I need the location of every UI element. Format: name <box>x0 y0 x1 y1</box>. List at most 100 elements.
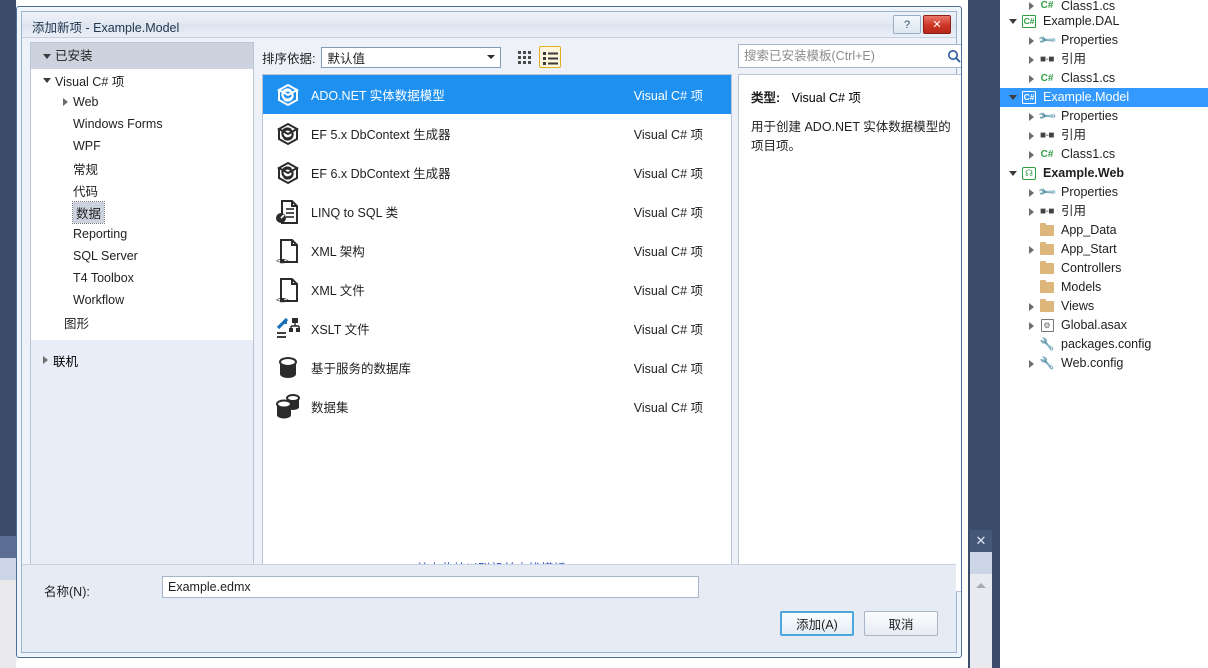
description-text: 用于创建 ADO.NET 实体数据模型的项目项。 <box>751 120 951 153</box>
solution-tree-row[interactable]: ■-■ 引用 <box>1000 202 1208 221</box>
template-item-name: XML 架构 <box>311 245 365 259</box>
solution-tree-row[interactable]: C# Example.DAL <box>1000 12 1208 31</box>
installed-expander-icon[interactable] <box>39 53 55 59</box>
solution-tree-row[interactable]: ■-■ 引用 <box>1000 126 1208 145</box>
search-icon[interactable] <box>944 49 961 63</box>
csproj-icon: C# <box>1020 14 1038 30</box>
chevron-down-icon[interactable] <box>1006 164 1020 183</box>
chevron-right-icon[interactable] <box>1024 31 1038 50</box>
solution-tree-row[interactable]: C# Class1.cs <box>1000 0 1208 12</box>
chevron-right-icon[interactable] <box>1024 354 1038 373</box>
solution-tree-row[interactable]: App_Start <box>1000 240 1208 259</box>
add-button[interactable]: 添加(A) <box>780 611 854 636</box>
web-globe-icon: ☊ <box>1022 167 1036 180</box>
solution-tree-row[interactable]: C# Example.Model <box>1000 88 1208 107</box>
name-input[interactable] <box>162 576 699 598</box>
category-item-3[interactable]: WPF <box>31 135 253 157</box>
category-item-6[interactable]: 数据 <box>31 200 253 224</box>
solution-tree-row[interactable]: 🔧 packages.config <box>1000 335 1208 354</box>
solution-tree-row[interactable]: 🔧 Web.config <box>1000 354 1208 373</box>
scroll-up-arrow-icon[interactable] <box>970 576 992 594</box>
chevron-right-icon[interactable] <box>1024 0 1038 12</box>
list-view-button[interactable] <box>539 46 562 68</box>
online-expander-icon[interactable] <box>37 356 53 364</box>
solution-tree-row[interactable]: 🔧 Properties <box>1000 30 1208 50</box>
cs-file-icon: C# <box>1040 73 1054 84</box>
svg-text:<■>: <■> <box>276 257 289 265</box>
solution-tree-row[interactable]: C# Class1.cs <box>1000 145 1208 164</box>
chevron-right-icon[interactable] <box>1024 126 1038 145</box>
solution-tree-row[interactable]: 🔧 Properties <box>1000 182 1208 202</box>
cs-file-icon: C# <box>1038 71 1056 87</box>
category-item-0[interactable]: Visual C# 项 <box>31 69 253 91</box>
template-item[interactable]: 基于服务的数据库 Visual C# 项 <box>263 348 731 387</box>
database-icon <box>269 354 307 382</box>
category-item-7[interactable]: Reporting <box>31 223 253 245</box>
chevron-right-icon[interactable] <box>1024 297 1038 316</box>
chevron-down-icon[interactable] <box>1006 88 1020 107</box>
shell-scrollbar-thumb[interactable] <box>970 552 992 574</box>
template-item[interactable]: 数据集 Visual C# 项 <box>263 387 731 426</box>
category-item-5[interactable]: 代码 <box>31 179 253 201</box>
small-icons-view-button[interactable] <box>513 46 535 68</box>
category-item-11[interactable]: 图形 <box>31 311 253 333</box>
chevron-right-icon[interactable] <box>1024 202 1038 221</box>
chevron-down-icon[interactable] <box>482 49 499 66</box>
chevron-right-icon[interactable] <box>1024 316 1038 335</box>
solution-tree-row[interactable]: C# Class1.cs <box>1000 69 1208 88</box>
chevron-right-icon[interactable] <box>1024 145 1038 164</box>
chevron-down-icon[interactable] <box>39 77 55 83</box>
category-item-10[interactable]: Workflow <box>31 289 253 311</box>
template-item[interactable]: EF 6.x DbContext 生成器 Visual C# 项 <box>263 153 731 192</box>
template-item[interactable]: XSLT 文件 Visual C# 项 <box>263 309 731 348</box>
chevron-down-icon[interactable] <box>1006 12 1020 31</box>
description-type-label: 类型: <box>751 91 781 105</box>
category-item-9[interactable]: T4 Toolbox <box>31 267 253 289</box>
template-item[interactable]: ADO.NET 实体数据模型 Visual C# 项 <box>263 75 731 114</box>
online-category-row[interactable]: 联机 <box>31 340 253 380</box>
search-box[interactable] <box>738 44 961 68</box>
solution-tree-row[interactable]: Models <box>1000 278 1208 297</box>
category-item-8[interactable]: SQL Server <box>31 245 253 267</box>
solution-explorer-panel[interactable]: C# Class1.cs C# Example.DAL 🔧 Properties ■-■ 引用… <box>1000 0 1208 668</box>
cancel-button[interactable]: 取消 <box>864 611 938 636</box>
chevron-right-icon[interactable] <box>1024 107 1038 126</box>
chevron-right-icon[interactable] <box>1024 50 1038 69</box>
chevron-right-icon[interactable] <box>1024 69 1038 88</box>
solution-tree-row[interactable]: Controllers <box>1000 259 1208 278</box>
solution-tree-label: 引用 <box>1061 128 1087 142</box>
wrench-icon: 🔧 <box>1036 106 1056 126</box>
chevron-right-icon[interactable] <box>57 98 73 106</box>
help-button[interactable]: ? <box>893 15 921 34</box>
chevron-right-icon[interactable] <box>1024 240 1038 259</box>
category-item-4[interactable]: 常规 <box>31 157 253 179</box>
template-item[interactable]: <■> XML 架构 Visual C# 项 <box>263 231 731 270</box>
solution-tree-row[interactable]: App_Data <box>1000 221 1208 240</box>
sort-by-dropdown[interactable]: 默认值 <box>321 46 502 68</box>
template-item[interactable]: LINQ to SQL 类 Visual C# 项 <box>263 192 731 231</box>
category-item-2[interactable]: Windows Forms <box>31 113 253 135</box>
references-icon: ■-■ <box>1040 130 1054 141</box>
installed-header[interactable]: 已安装 <box>31 43 253 69</box>
document-close-icon[interactable]: ✕ <box>970 530 992 552</box>
solution-tree-row[interactable]: Views <box>1000 297 1208 316</box>
solution-tree-row[interactable]: ■-■ 引用 <box>1000 50 1208 69</box>
xslt-icon <box>276 317 300 338</box>
template-item[interactable]: EF 5.x DbContext 生成器 Visual C# 项 <box>263 114 731 153</box>
solution-tree-row[interactable]: ☊ Example.Web <box>1000 164 1208 183</box>
solution-tree-row[interactable]: 🔧 Properties <box>1000 106 1208 126</box>
template-item[interactable]: <■> XML 文件 Visual C# 项 <box>263 270 731 309</box>
dialog-titlebar[interactable]: 添加新项 - Example.Model ? ✕ <box>22 12 956 38</box>
search-input[interactable] <box>739 48 944 64</box>
close-button[interactable]: ✕ <box>923 15 951 34</box>
category-item-1[interactable]: Web <box>31 91 253 113</box>
xml-icon: <■> <box>269 237 307 265</box>
category-tree[interactable]: Visual C# 项 Web Windows Forms WPF 常规 代码 数据 Repo… <box>31 69 253 340</box>
folder-icon <box>1038 241 1056 258</box>
solution-tree-row[interactable]: ⚙ Global.asax <box>1000 316 1208 335</box>
solution-tree-label: Models <box>1061 280 1102 294</box>
template-list[interactable]: ADO.NET 实体数据模型 Visual C# 项 EF 5.x DbContex… <box>262 74 732 592</box>
chevron-right-icon[interactable] <box>1024 183 1038 202</box>
